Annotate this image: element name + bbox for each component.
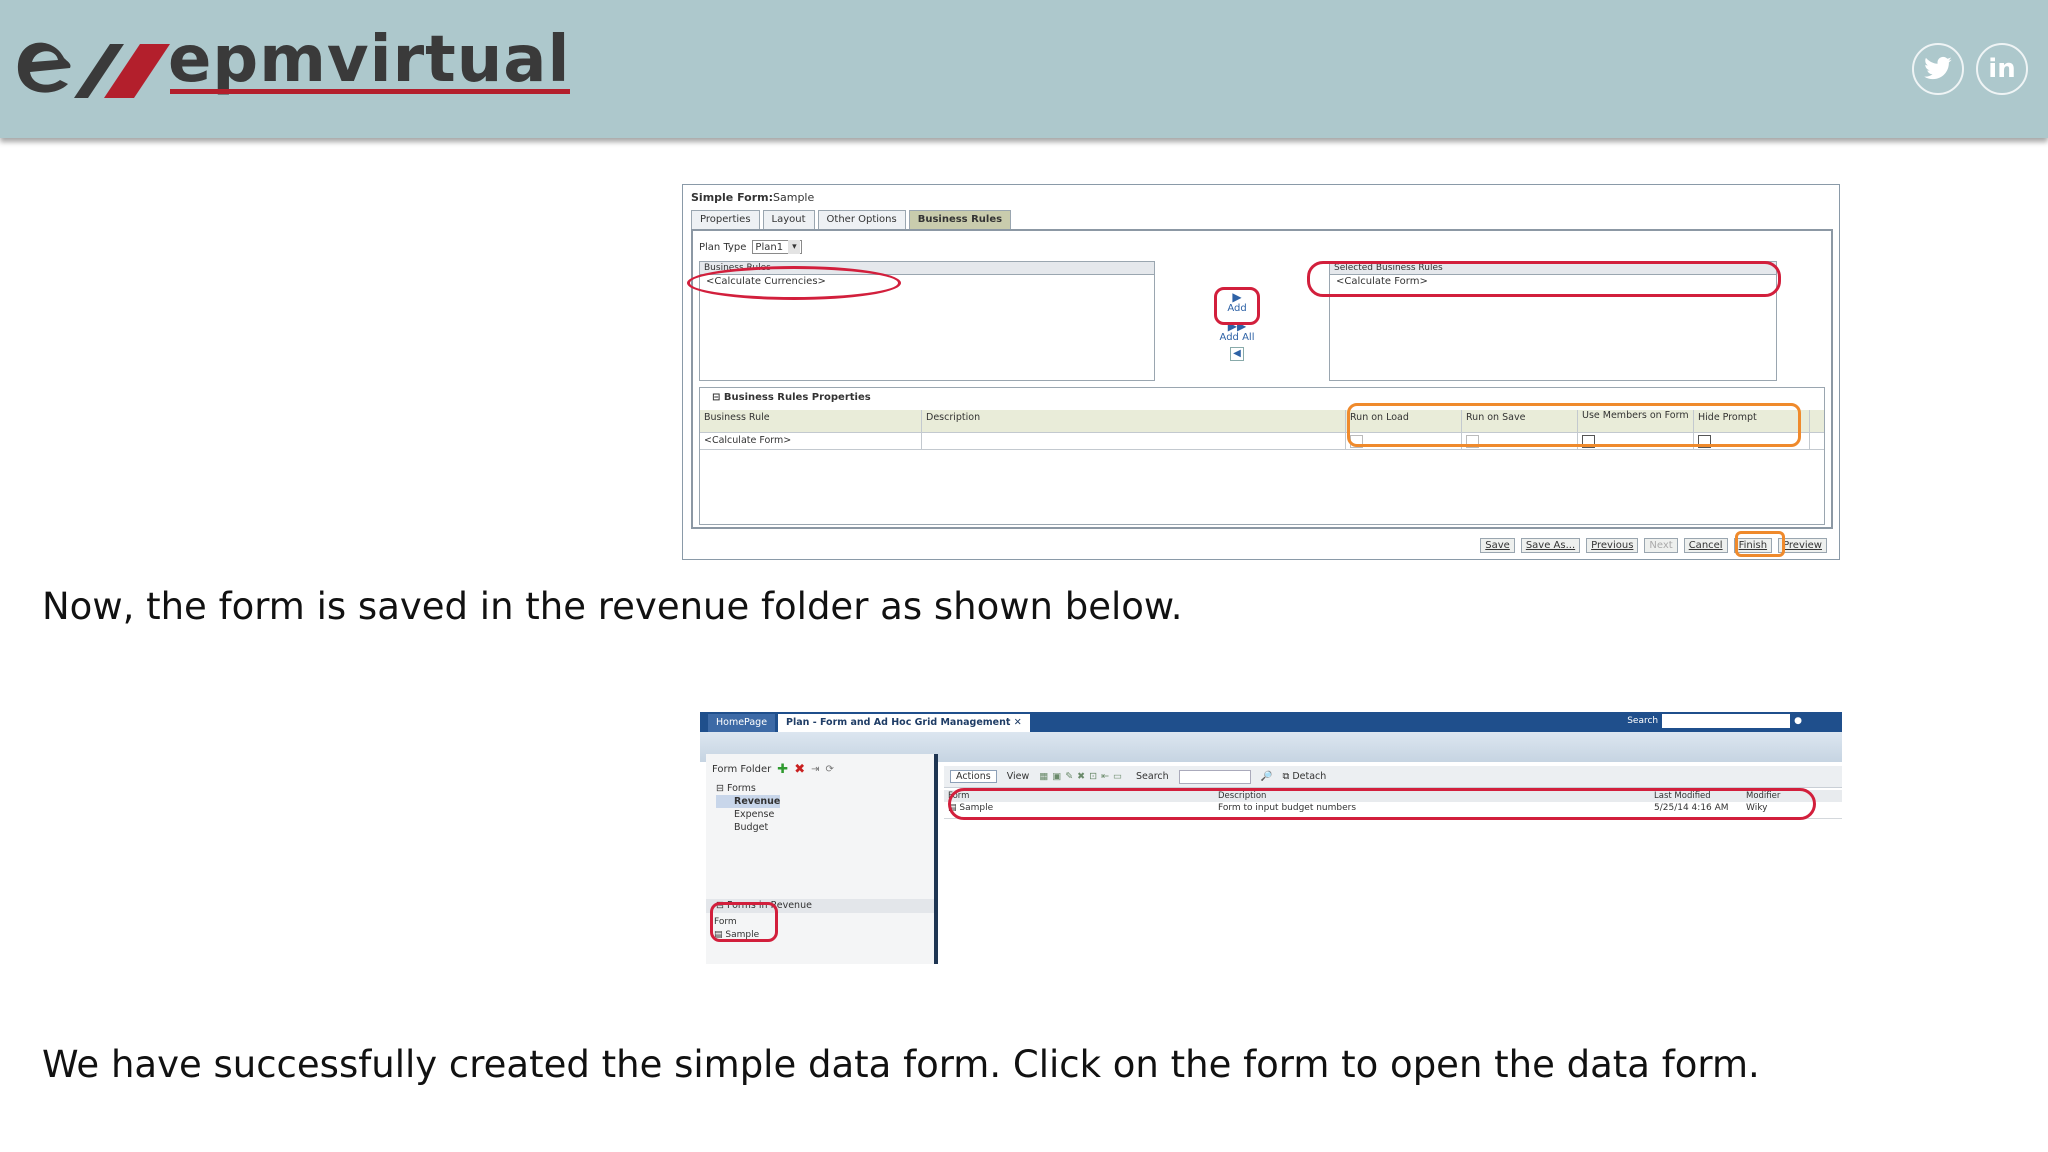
caption-success: We have successfully created the simple … [42, 1043, 1760, 1086]
tree-forms[interactable]: ⊟ Forms [716, 782, 780, 795]
remove-icon[interactable]: ◀ [1230, 347, 1244, 361]
form-folder-label: Form Folder [712, 764, 772, 775]
plan-type-select[interactable]: Plan1 [752, 240, 803, 254]
tab-layout[interactable]: Layout [762, 210, 815, 229]
twitter-icon[interactable] [1912, 43, 1964, 95]
plan-type-row: Plan Type Plan1 [699, 240, 803, 254]
highlight-finish-button [1735, 531, 1785, 557]
logo-mark-icon [17, 42, 170, 98]
highlight-add-button [1214, 287, 1260, 325]
linkedin-icon[interactable]: in [1976, 43, 2028, 95]
global-search: Search ● [1627, 714, 1802, 728]
form-folder-header: Form Folder ✚ ✖ ⇥ ⟳ [712, 762, 834, 777]
form-management-screenshot: HomePage Plan - Form and Ad Hoc Grid Man… [700, 712, 1842, 964]
add-folder-icon[interactable]: ✚ [777, 762, 788, 777]
form-tabs: Properties Layout Other Options Business… [691, 210, 1014, 229]
save-as-button[interactable]: Save As... [1520, 538, 1581, 553]
next-button[interactable]: Next [1644, 538, 1678, 553]
tree-revenue[interactable]: Revenue [716, 795, 781, 808]
toolbar-search-label: Search [1136, 771, 1169, 782]
forms-toolbar: Actions View ▦▣✎✖⊡⇤▭ Search 🔎 ⧉ Detach [944, 766, 1842, 788]
highlight-business-rule [687, 266, 901, 300]
search-go-icon[interactable]: ● [1794, 716, 1802, 726]
tab-business-rules[interactable]: Business Rules [908, 210, 1012, 229]
tab-form-management[interactable]: Plan - Form and Ad Hoc Grid Management ✕ [778, 714, 1030, 732]
toolbar-find-icon[interactable]: 🔎 [1261, 771, 1273, 782]
col-business-rule: Business Rule [700, 410, 922, 432]
highlight-rule-options [1347, 403, 1801, 447]
business-rules-screenshot: Simple Form:Sample Properties Layout Oth… [682, 184, 1840, 560]
toolbar-icons[interactable]: ▦▣✎✖⊡⇤▭ [1039, 771, 1126, 782]
plan-type-label: Plan Type [699, 241, 747, 253]
tab-properties[interactable]: Properties [691, 210, 760, 229]
move-folder-icon[interactable]: ⇥ [811, 764, 819, 775]
linkedin-glyph: in [1988, 54, 2016, 84]
header-bar: epmvirtual in [0, 0, 2048, 138]
caption-saved: Now, the form is saved in the revenue fo… [42, 585, 1183, 628]
preview-button[interactable]: Preview [1778, 538, 1827, 553]
previous-button[interactable]: Previous [1586, 538, 1639, 553]
form-title: Simple Form:Sample [691, 191, 815, 204]
col-description: Description [922, 410, 1346, 432]
delete-folder-icon[interactable]: ✖ [794, 762, 805, 777]
highlight-form-row [948, 788, 1816, 820]
description-cell[interactable] [922, 433, 1346, 449]
refresh-folder-icon[interactable]: ⟳ [825, 764, 833, 775]
cancel-button[interactable]: Cancel [1683, 538, 1728, 553]
folder-tree: ⊟ Forms Revenue Expense Budget [716, 782, 781, 834]
tab-homepage[interactable]: HomePage [708, 714, 776, 732]
properties-title: ⊟ Business Rules Properties [712, 392, 871, 403]
actions-menu[interactable]: Actions [950, 770, 997, 783]
tab-other-options[interactable]: Other Options [817, 210, 906, 229]
search-input[interactable] [1662, 714, 1791, 728]
search-label: Search [1627, 716, 1659, 726]
close-tab-icon[interactable]: ✕ [1014, 717, 1022, 728]
highlight-selected-rule [1307, 261, 1781, 297]
view-menu[interactable]: View [1007, 771, 1030, 782]
detach-button[interactable]: ⧉ Detach [1283, 771, 1327, 782]
add-all-label[interactable]: Add All [1217, 332, 1257, 343]
save-button[interactable]: Save [1480, 538, 1515, 553]
brand-name: epmvirtual [168, 23, 571, 97]
highlight-form-item [710, 902, 778, 942]
app-tab-bar: HomePage Plan - Form and Ad Hoc Grid Man… [700, 712, 1842, 732]
tree-budget[interactable]: Budget [716, 821, 780, 834]
rule-cell: <Calculate Form> [700, 433, 922, 449]
tree-expense[interactable]: Expense [716, 808, 780, 821]
toolbar-search-input[interactable] [1178, 769, 1251, 784]
epmvirtual-logo[interactable]: epmvirtual [12, 23, 571, 118]
